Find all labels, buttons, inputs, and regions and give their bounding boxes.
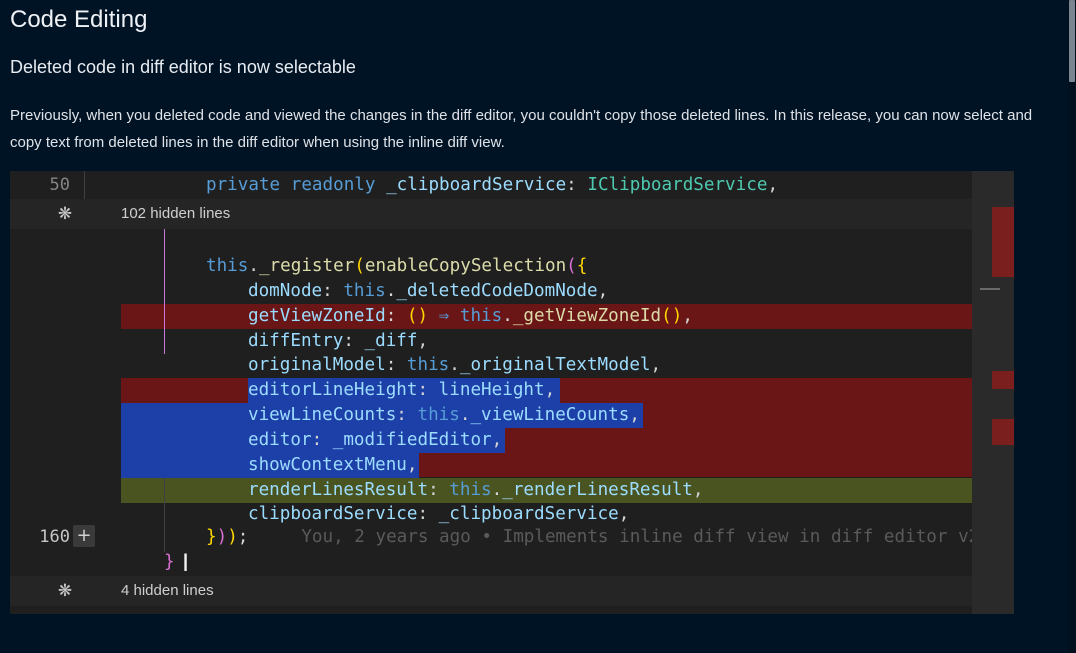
code-line[interactable]: })); You, 2 years ago • Implements inlin… [206, 525, 979, 550]
hidden-lines-top-label[interactable]: 102 hidden lines [121, 199, 230, 229]
page-scrollbar[interactable] [1068, 0, 1076, 653]
code-line[interactable]: renderLinesResult: this._renderLinesResu… [248, 478, 704, 503]
indent-guide [84, 171, 85, 199]
code-line[interactable]: showContextMenu, [248, 453, 417, 478]
code-line[interactable]: private readonly _clipboardService: ICli… [206, 173, 778, 198]
code-line[interactable]: editor: _modifiedEditor, [248, 428, 502, 453]
hidden-lines-bottom[interactable]: ❋ 4 hidden lines [10, 576, 972, 606]
blame-annotation: You, 2 years ago • Implements inline dif… [301, 527, 980, 547]
text-cursor-icon: I [182, 549, 190, 577]
line-number: 50 [49, 175, 70, 195]
code-line[interactable]: getViewZoneId: () ⇒ this._getViewZoneId(… [248, 304, 693, 329]
minimap-deleted-marker [992, 419, 1014, 445]
code-line[interactable]: editorLineHeight: lineHeight, [248, 378, 555, 403]
code-line[interactable]: this._register(enableCopySelection({ [206, 254, 587, 279]
code-line[interactable]: domNode: this._deletedCodeDomNode, [248, 279, 608, 304]
minimap-deleted-marker [992, 207, 1014, 277]
diff-editor[interactable]: ❋ 102 hidden lines ❋ 4 hidden lines 50 1… [10, 171, 1014, 614]
code-line[interactable]: originalModel: this._originalTextModel, [248, 353, 661, 378]
line-number: 160 [39, 527, 70, 547]
plus-icon[interactable]: + [73, 525, 95, 547]
code-line[interactable]: clipboardService: _clipboardService, [248, 502, 629, 527]
feature-description: Previously, when you deleted code and vi… [10, 107, 1033, 151]
code-line[interactable]: viewLineCounts: this._viewLineCounts, [248, 403, 640, 428]
indent-guide [164, 478, 165, 552]
unfold-icon[interactable]: ❋ [57, 199, 73, 229]
unfold-icon[interactable]: ❋ [57, 576, 73, 606]
section-heading: Code Editing [10, 6, 148, 33]
minimap-deleted-marker [992, 371, 1014, 389]
feature-heading: Deleted code in diff editor is now selec… [10, 57, 356, 77]
minimap-slider[interactable] [980, 288, 1000, 290]
code-line[interactable]: diffEntry: _diff, [248, 329, 428, 354]
active-indent-guide [164, 229, 165, 354]
hidden-lines-top[interactable]: ❋ 102 hidden lines [10, 199, 972, 229]
page-scrollbar-thumb[interactable] [1069, 0, 1075, 82]
hidden-lines-bottom-label[interactable]: 4 hidden lines [121, 576, 214, 606]
code-line[interactable]: } [164, 550, 175, 575]
minimap[interactable] [972, 171, 1014, 614]
